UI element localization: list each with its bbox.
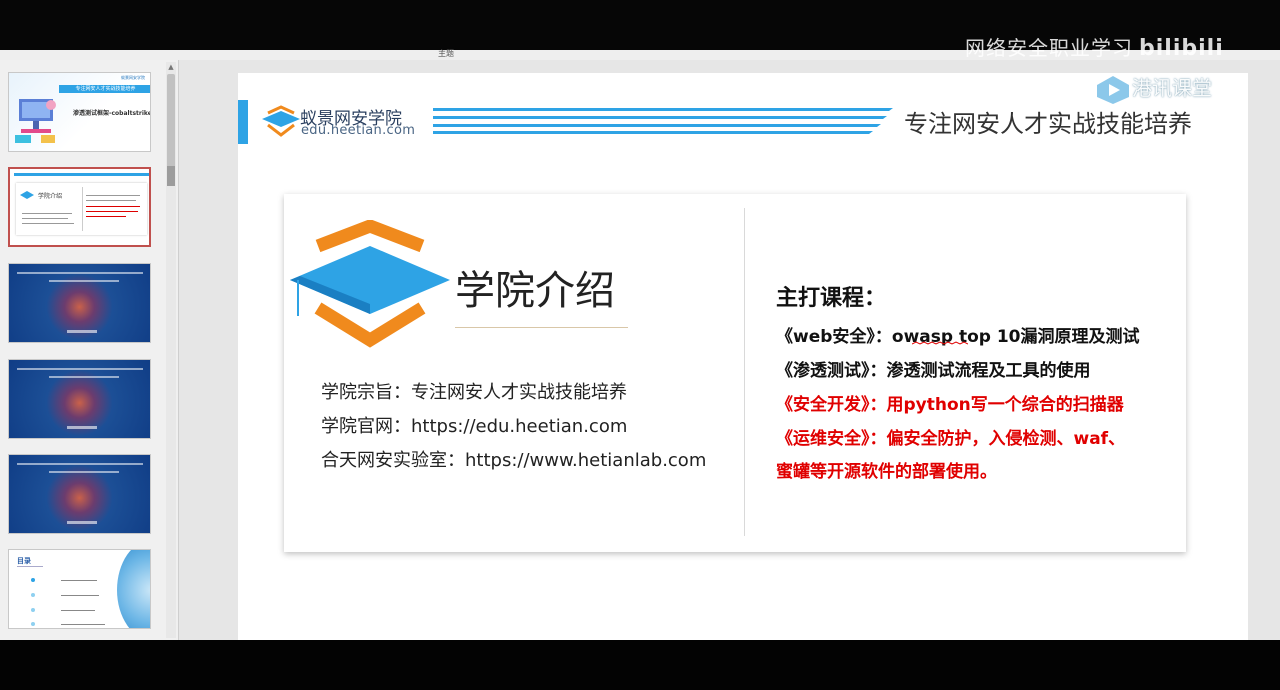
toc-item [61,580,97,581]
cap-icon [20,191,34,199]
thumb-band: 专注网安人才实战技能培养 [59,85,150,93]
course-security-development: 《安全开发》：用python写一个综合的扫描器 [776,395,1124,415]
toc-bullet-icon [31,622,35,626]
play-logo-icon [1097,75,1129,104]
toc-bullet-icon [31,608,35,612]
toc-bullet-icon [31,578,35,582]
intro-title: 学院介绍 [455,268,615,314]
thumb-text-line [17,368,143,370]
courses-title: 主打课程： [776,286,887,311]
course-penetration-testing: 《渗透测试》：渗透测试流程及工具的使用 [776,361,1091,381]
info-website: 学院官网：https://edu.heetian.com [321,416,628,437]
thumb-title: 渗透测试框架-cobaltstrike [73,110,151,117]
corner-brand-text: 港讯课堂 [1132,76,1212,100]
brand-url: edu.heetian.com [301,123,416,138]
thumb-text-line [86,211,138,212]
thumb-title: 目录 [17,557,31,565]
toc-item [61,624,105,625]
thumbnails-scrollbar[interactable]: ▲ [166,62,176,638]
toc-bullet-icon [31,593,35,597]
course-ops-security-continued: 蜜罐等开源软件的部署使用。 [776,462,997,482]
thumb-subtitle-line [17,566,43,567]
thumb-text-line [22,223,74,224]
slide-thumbnail-3[interactable] [8,263,151,343]
info-lab: 合天网安实验室：https://www.hetianlab.com [321,450,707,471]
info-mission: 学院宗旨：专注网安人才实战技能培养 [321,382,627,403]
thumb-title: 学院介绍 [38,193,63,200]
scroll-up-arrow-icon[interactable]: ▲ [166,62,176,72]
ribbon-label[interactable]: 主题 [438,48,454,59]
thumb-logo: 蚁景网安学院 [121,75,145,80]
scrollbar-thumb[interactable] [167,74,175,170]
slide-thumbnail-5[interactable] [8,454,151,534]
thumb-decoration [117,550,150,628]
thumb-header-bar [14,173,149,176]
thumb-footer [67,426,97,429]
header-slogan: 专注网安人才实战技能培养 [904,110,1192,138]
thumb-footer [67,521,97,524]
bilibili-logo: bilibili [1139,36,1224,61]
thumb-text-line [86,200,136,201]
brand-logo-icon [262,105,300,137]
corner-watermark: 港讯课堂 [1096,72,1212,105]
thumb-text-line [22,218,68,219]
thumb-text-line [86,206,140,207]
header-stripe-lines [433,108,893,134]
video-watermark: 网络安全职业学习 bilibili [965,32,1224,61]
course-ops-security: 《运维安全》：偏安全防护，入侵检测、waf、 [776,429,1126,449]
thumb-text-line [86,216,126,217]
computer-illustration-icon [15,99,56,143]
slide-thumbnails-pane: 蚁景网安学院 专注网安人才实战技能培养 渗透测试框架-cobaltstrike … [0,60,179,640]
toc-item [61,595,99,596]
spellcheck-underline [912,341,968,345]
slide-thumbnail-4[interactable] [8,359,151,439]
thumb-divider [82,187,83,231]
header-accent-bar [238,100,248,144]
intro-title-underline [455,327,628,328]
graduation-cap-icon [290,220,450,348]
toc-item [61,610,95,611]
thumb-footer [67,330,97,333]
slide-thumbnail-1[interactable]: 蚁景网安学院 专注网安人才实战技能培养 渗透测试框架-cobaltstrike [8,72,151,152]
thumb-text-line [17,463,143,465]
video-bottom-bar [0,640,1280,690]
thumb-text-line [49,471,119,473]
slide-thumbnail-2[interactable]: 学院介绍 [8,167,151,247]
thumb-text-line [49,376,119,378]
thumb-text-line [17,272,143,274]
slide-thumbnail-6[interactable]: 目录 [8,549,151,629]
thumb-text-line [86,195,140,196]
card-divider [744,208,745,536]
thumb-text-line [22,213,72,214]
watermark-text: 网络安全职业学习 [965,36,1133,60]
thumb-text-line [49,280,119,282]
scrollbar-position-marker [167,166,175,186]
